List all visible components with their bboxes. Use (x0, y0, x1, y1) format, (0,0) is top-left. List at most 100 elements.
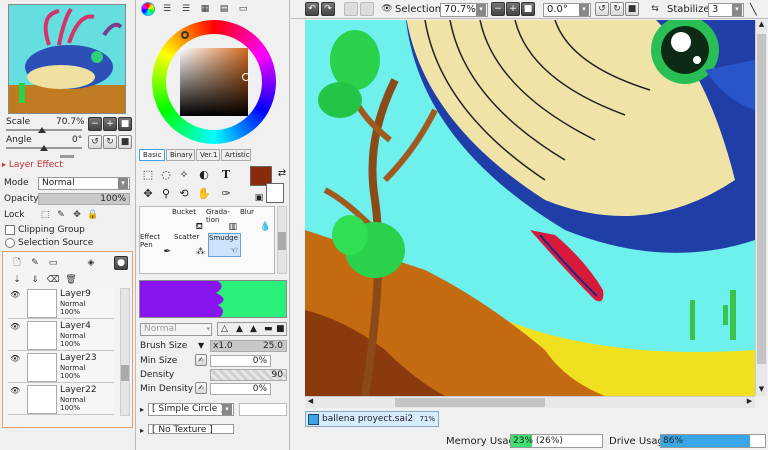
layer-effect-header[interactable]: ▸ Layer Effect (2, 160, 134, 172)
saturation-value-square[interactable] (180, 48, 248, 116)
redo-button[interactable]: ↷ (321, 2, 335, 16)
brush-size-slider[interactable]: x1.0 25.0 (210, 340, 287, 352)
new-layer-icon[interactable]: 🗋 (10, 256, 24, 270)
vertical-scroll-thumb[interactable] (757, 34, 766, 364)
merge-down-icon[interactable]: ⇓ (28, 273, 42, 287)
scroll-up-arrow-icon[interactable]: ▲ (756, 20, 767, 31)
flip-horizontal-icon[interactable]: ⇆ (648, 2, 662, 16)
lock-move-icon[interactable]: ✥ (70, 208, 84, 222)
rotation-select[interactable]: 0.0° ▾ (543, 3, 591, 17)
zoom-select[interactable]: 70.7% ▾ (440, 3, 488, 17)
min-size-pressure-icon[interactable]: ✍ (195, 354, 207, 366)
rotate-right-button[interactable]: ↻ (103, 135, 117, 149)
color-tab[interactable]: Ver.1 (196, 149, 220, 161)
scratchpad-tab-icon[interactable]: ▭ (236, 2, 250, 16)
brush-tool-slot[interactable]: Blur 💧 (240, 208, 273, 232)
canvas-vertical-scrollbar[interactable]: ▲ ▼ (755, 20, 767, 396)
hsv-slider-tab-icon[interactable]: ☰ (179, 2, 193, 16)
visibility-eye-icon[interactable]: 👁 (10, 322, 24, 332)
lasso-icon[interactable]: ◌ (158, 166, 174, 182)
layer-row[interactable]: 👁 Layer9 Normal 100% (8, 288, 114, 319)
angle-slider-handle[interactable] (40, 145, 48, 151)
expand-arrow-icon[interactable]: ▸ (140, 426, 144, 435)
toolbar-zoom-reset-button[interactable]: ■ (521, 2, 535, 16)
layer-row[interactable]: 👁 Layer4 Normal 100% (8, 320, 114, 351)
blend-mode-select[interactable]: Normal ▾ (140, 323, 212, 336)
zoom-icon[interactable]: ⚲ (158, 185, 174, 201)
magic-wand-icon[interactable]: ✧ (176, 166, 192, 182)
min-size-slider[interactable]: 0% (210, 355, 271, 367)
brush-tool-slot[interactable]: Bucket ⛾ (172, 208, 205, 232)
secondary-color-swatch[interactable] (266, 183, 284, 203)
swap-colors-icon[interactable]: ⇄ (274, 165, 290, 181)
texture-select[interactable]: [ No Texture ] (148, 424, 234, 434)
min-density-pressure-icon[interactable]: ✍ (195, 382, 207, 394)
selection-visibility-icon[interactable]: 👁 (380, 2, 394, 16)
swatches-tab-icon[interactable]: ▤ (217, 2, 231, 16)
zoom-out-button[interactable]: − (88, 117, 102, 131)
rect-select-icon[interactable]: ⬚ (140, 166, 156, 182)
shape-icon[interactable]: ◐ (196, 166, 212, 182)
canvas-horizontal-scrollbar[interactable]: ◀ ▶ (305, 396, 755, 408)
brush-tool-slot[interactable]: Effect Pen ✒ (140, 233, 173, 257)
brush-tool-slot[interactable]: Grada- tion ▥ (206, 208, 239, 232)
horizontal-scroll-thumb[interactable] (395, 398, 545, 407)
layer-options-icon[interactable]: ● (114, 256, 128, 270)
lock-all-icon[interactable]: 🔒 (86, 208, 100, 222)
hand-icon[interactable]: ✋ (196, 185, 212, 201)
layer-mask-icon[interactable]: ◈ (84, 256, 98, 270)
scroll-right-arrow-icon[interactable]: ▶ (744, 397, 755, 408)
panel-splitter[interactable] (60, 155, 74, 158)
opacity-slider[interactable]: 100% (38, 193, 130, 205)
visibility-eye-icon[interactable]: 👁 (10, 354, 24, 364)
color-palette-tab-icon[interactable]: ▦ (198, 2, 212, 16)
brush-grid-scroll-thumb[interactable] (278, 232, 286, 250)
undo-button[interactable]: ↶ (305, 2, 319, 16)
toolbar-zoom-out-button[interactable]: − (491, 2, 505, 16)
toolbar-rotate-left-button[interactable]: ↺ (595, 2, 609, 16)
rotate-left-button[interactable]: ↺ (88, 135, 102, 149)
scroll-left-arrow-icon[interactable]: ◀ (305, 397, 316, 408)
document-tab[interactable]: ballena proyect.sai2 71% (305, 411, 439, 427)
layer-list-scroll-thumb[interactable] (121, 365, 129, 381)
expand-arrow-icon[interactable]: ▸ (140, 405, 144, 414)
brush-tool-slot[interactable]: Scatter ⁂ (174, 233, 207, 257)
new-folder-icon[interactable]: ▭ (46, 256, 60, 270)
deselect-button[interactable] (344, 2, 358, 16)
zoom-in-button[interactable]: + (103, 117, 117, 131)
brush-size-toggle-icon[interactable]: ▼ (198, 341, 204, 350)
clipping-group-checkbox[interactable] (5, 225, 15, 235)
zoom-reset-button[interactable]: ■ (118, 117, 132, 131)
selection-source-checkbox[interactable] (5, 238, 15, 248)
drawing-canvas[interactable] (305, 20, 755, 396)
brush-shape-presets[interactable]: △ ▲ ▲ ▬ ■ (217, 322, 287, 336)
layer-row[interactable]: 👁 Layer22 Normal 100% (8, 384, 114, 415)
transparent-color-icon[interactable]: ▣ (251, 190, 267, 206)
invert-selection-button[interactable] (360, 2, 374, 16)
scroll-down-arrow-icon[interactable]: ▼ (756, 385, 767, 396)
delete-layer-icon[interactable]: 🗑 (64, 273, 78, 287)
move-icon[interactable]: ✥ (140, 185, 156, 201)
visibility-eye-icon[interactable]: 👁 (10, 290, 24, 300)
brush-tool-slot[interactable]: Smudge ☜ (208, 233, 241, 257)
scale-slider-handle[interactable] (38, 127, 46, 133)
transfer-down-icon[interactable]: ⇣ (10, 273, 24, 287)
brush-shape-strength[interactable] (239, 403, 287, 416)
color-tab[interactable]: Binary (166, 149, 195, 161)
lock-transparency-icon[interactable]: ⬚ (38, 208, 52, 222)
stabilizer-select[interactable]: 3 ▾ (708, 3, 744, 17)
sv-marker[interactable] (242, 73, 250, 81)
rgb-slider-tab-icon[interactable]: ☰ (160, 2, 174, 16)
eyedropper-icon[interactable]: ✑ (218, 185, 234, 201)
toolbar-rotate-reset-button[interactable]: ■ (625, 2, 639, 16)
color-tab[interactable]: Basic (139, 149, 165, 161)
layer-row[interactable]: 👁 Layer23 Normal 100% (8, 352, 114, 383)
text-icon[interactable]: T (218, 166, 234, 182)
mode-select[interactable]: Normal ▾ (38, 177, 130, 190)
clear-layer-icon[interactable]: ⌫ (46, 273, 60, 287)
rotate-icon[interactable]: ⟲ (176, 185, 192, 201)
brush-shape-select[interactable]: [ Simple Circle ] ▾ (148, 403, 234, 416)
hue-marker[interactable] (181, 31, 189, 39)
rotate-reset-button[interactable]: ■ (118, 135, 132, 149)
navigator-preview[interactable] (8, 4, 126, 114)
